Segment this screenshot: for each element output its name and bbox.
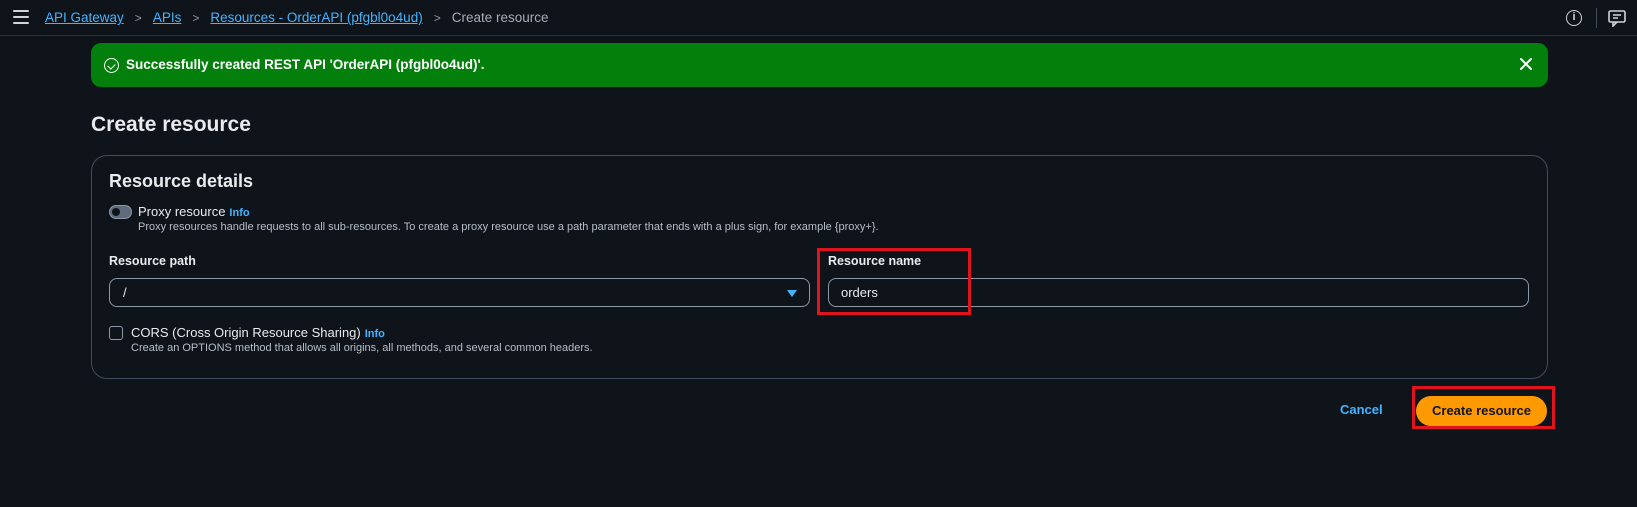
resource-path-label: Resource path bbox=[109, 254, 196, 268]
proxy-info-link[interactable]: Info bbox=[229, 207, 249, 219]
cors-label: CORS (Cross Origin Resource Sharing) Info bbox=[131, 325, 385, 340]
breadcrumb-separator: > bbox=[134, 10, 142, 25]
proxy-resource-description: Proxy resources handle requests to all s… bbox=[138, 221, 879, 233]
cancel-button[interactable]: Cancel bbox=[1340, 402, 1383, 417]
top-bar: API Gateway > APIs > Resources - OrderAP… bbox=[0, 0, 1637, 36]
menu-icon[interactable] bbox=[13, 10, 29, 24]
cors-description: Create an OPTIONS method that allows all… bbox=[131, 342, 593, 354]
proxy-resource-label: Proxy resource Info bbox=[138, 204, 250, 219]
breadcrumb-apis[interactable]: APIs bbox=[153, 10, 182, 25]
cors-text: CORS (Cross Origin Resource Sharing) bbox=[131, 325, 361, 340]
highlight-box-resource-name bbox=[817, 248, 971, 315]
proxy-resource-text: Proxy resource bbox=[138, 204, 226, 219]
create-resource-button[interactable]: Create resource bbox=[1416, 396, 1547, 426]
proxy-resource-toggle[interactable] bbox=[109, 205, 132, 219]
divider bbox=[1596, 8, 1597, 28]
breadcrumb-api-gateway[interactable]: API Gateway bbox=[45, 10, 124, 25]
success-check-icon bbox=[104, 58, 119, 73]
close-icon[interactable] bbox=[1518, 56, 1534, 72]
resource-path-select[interactable]: / bbox=[109, 278, 810, 307]
caret-down-icon bbox=[787, 290, 797, 297]
breadcrumb: API Gateway > APIs > Resources - OrderAP… bbox=[45, 10, 549, 25]
feedback-icon[interactable] bbox=[1608, 10, 1626, 32]
breadcrumb-separator: > bbox=[433, 10, 441, 25]
breadcrumb-separator: > bbox=[192, 10, 200, 25]
resource-path-value: / bbox=[123, 285, 127, 300]
page-title: Create resource bbox=[91, 113, 251, 136]
breadcrumb-resources[interactable]: Resources - OrderAPI (pfgbl0o4ud) bbox=[210, 10, 422, 25]
flash-message: Successfully created REST API 'OrderAPI … bbox=[126, 57, 485, 72]
toggle-knob bbox=[112, 208, 120, 216]
cors-checkbox[interactable] bbox=[109, 326, 123, 340]
breadcrumb-current: Create resource bbox=[451, 10, 549, 25]
section-title: Resource details bbox=[109, 171, 254, 191]
info-icon[interactable]: i bbox=[1566, 10, 1582, 26]
cors-info-link[interactable]: Info bbox=[365, 328, 385, 340]
success-flashbar: Successfully created REST API 'OrderAPI … bbox=[91, 43, 1548, 87]
